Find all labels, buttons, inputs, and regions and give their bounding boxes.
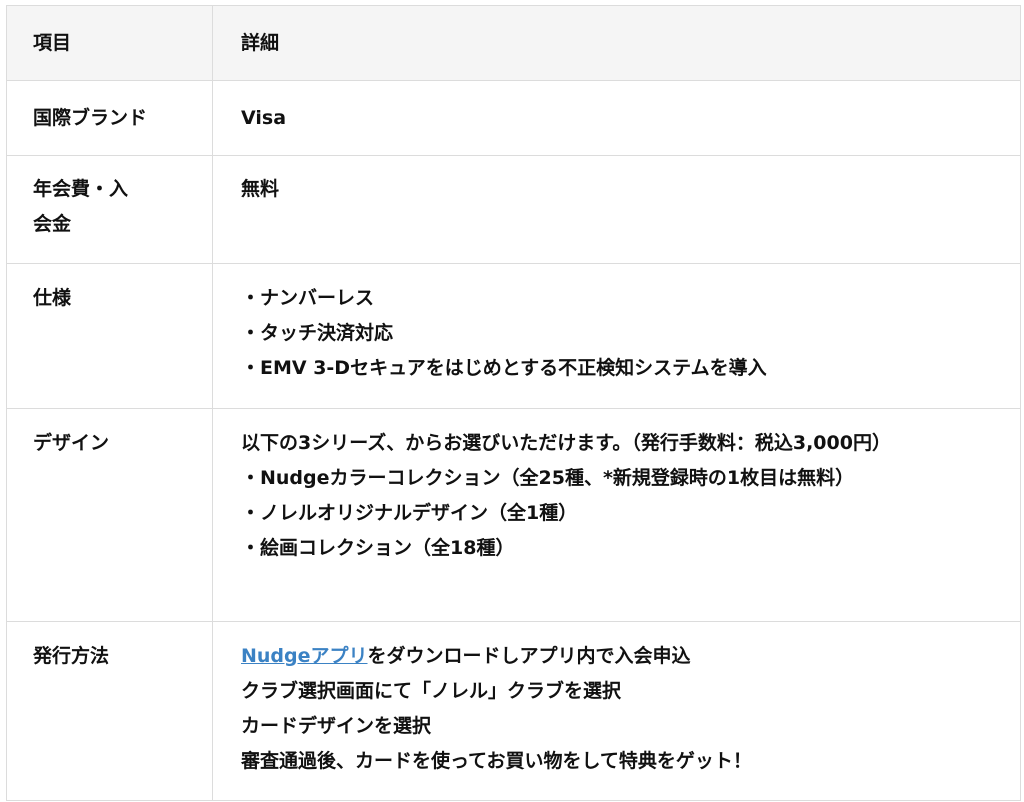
row-label-cell: 年会費・入会金 — [6, 155, 213, 264]
table-row: 仕様 ・ナンバーレス ・タッチ決済対応 ・EMV 3-Dセキュアをはじめとする不… — [6, 263, 1021, 409]
table-header-row: 項目 詳細 — [6, 5, 1021, 81]
spec-item-numberless: ・ナンバーレス — [241, 287, 375, 309]
fee-value: 無料 — [241, 178, 280, 200]
issue-step-club: クラブ選択画面にて「ノレル」クラブを選択 — [241, 680, 622, 702]
fee-label: 年会費・入会金 — [33, 178, 129, 235]
header-item-label: 項目 — [33, 32, 72, 54]
row-value-cell: Visa — [212, 80, 1021, 156]
header-cell-detail: 詳細 — [212, 5, 1021, 81]
row-label-cell: 仕様 — [6, 263, 213, 409]
header-detail-label: 詳細 — [241, 32, 280, 54]
row-value-cell: ・ナンバーレス ・タッチ決済対応 ・EMV 3-Dセキュアをはじめとする不正検知… — [212, 263, 1021, 409]
issue-step-download-text: をダウンロードしアプリ内で入会申込 — [367, 645, 691, 667]
design-item-norel-original: ・ノレルオリジナルデザイン（全1種） — [241, 502, 578, 524]
table-row: デザイン 以下の3シリーズ、からお選びいただけます。（発行手数料：税込3,000… — [6, 408, 1021, 622]
row-value-cell: Nudgeアプリをダウンロードしアプリ内で入会申込 クラブ選択画面にて「ノレル」… — [212, 621, 1021, 801]
table-row: 年会費・入会金 無料 — [6, 155, 1021, 264]
table-row: 国際ブランド Visa — [6, 80, 1021, 156]
design-list: 以下の3シリーズ、からお選びいただけます。（発行手数料：税込3,000円） ・N… — [213, 409, 1020, 566]
issue-step-design: カードデザインを選択 — [241, 715, 432, 737]
design-label: デザイン — [33, 432, 110, 454]
row-label-cell: デザイン — [6, 408, 213, 622]
table-row: 発行方法 Nudgeアプリをダウンロードしアプリ内で入会申込 クラブ選択画面にて… — [6, 621, 1021, 801]
row-value-cell: 以下の3シリーズ、からお選びいただけます。（発行手数料：税込3,000円） ・N… — [212, 408, 1021, 622]
row-label-cell: 発行方法 — [6, 621, 213, 801]
brand-label: 国際ブランド — [33, 107, 148, 129]
issue-steps: Nudgeアプリをダウンロードしアプリ内で入会申込 クラブ選択画面にて「ノレル」… — [213, 622, 1020, 779]
spec-label: 仕様 — [33, 287, 72, 309]
spec-item-security: ・EMV 3-Dセキュアをはじめとする不正検知システムを導入 — [241, 357, 767, 379]
spec-list: ・ナンバーレス ・タッチ決済対応 ・EMV 3-Dセキュアをはじめとする不正検知… — [213, 264, 1020, 386]
card-spec-table: 項目 詳細 国際ブランド Visa 年会費・入会金 無料 仕様 ・ナンバーレス … — [6, 5, 1021, 801]
issue-step-review: 審査通過後、カードを使ってお買い物をして特典をゲット！ — [241, 750, 752, 772]
design-item-nudge-color: ・Nudgeカラーコレクション（全25種、*新規登録時の1枚目は無料） — [241, 467, 855, 489]
design-intro: 以下の3シリーズ、からお選びいただけます。（発行手数料：税込3,000円） — [241, 432, 891, 454]
row-label-cell: 国際ブランド — [6, 80, 213, 156]
spec-item-touch: ・タッチ決済対応 — [241, 322, 394, 344]
nudge-app-link[interactable]: Nudgeアプリ — [241, 645, 368, 667]
row-value-cell: 無料 — [212, 155, 1021, 264]
issue-label: 発行方法 — [33, 645, 110, 667]
brand-value: Visa — [241, 107, 287, 129]
header-cell-item: 項目 — [6, 5, 213, 81]
design-item-painting: ・絵画コレクション（全18種） — [241, 537, 515, 559]
issue-step-download: Nudgeアプリをダウンロードしアプリ内で入会申込 — [241, 639, 1000, 674]
